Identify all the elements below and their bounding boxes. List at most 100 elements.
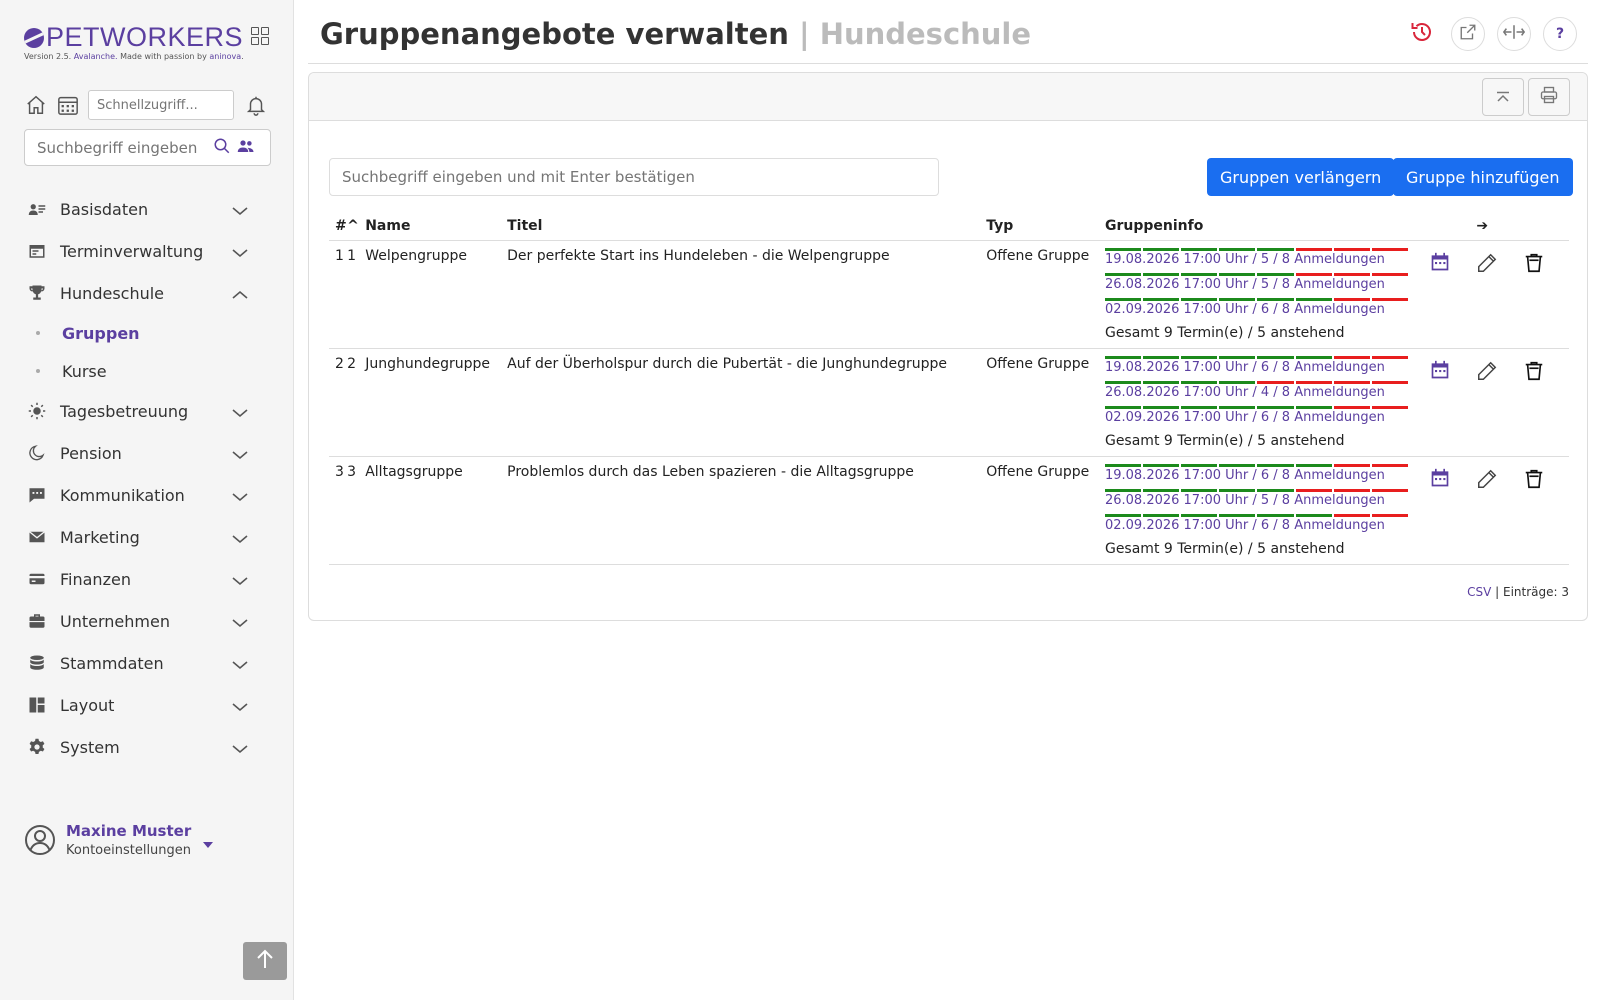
caret-down-icon[interactable]	[203, 833, 214, 852]
column-header-sort[interactable]: ^	[347, 212, 366, 241]
appointment-item[interactable]: 02.09.2026 17:00 Uhr / 6 / 8 Anmeldungen	[1104, 513, 1410, 539]
quick-access-input[interactable]	[88, 90, 234, 120]
add-group-button[interactable]: Gruppe hinzufügen	[1393, 158, 1573, 196]
booked-seat-segment	[1257, 247, 1294, 251]
appointment-label: 02.09.2026 17:00 Uhr / 6 / 8 Anmeldungen	[1104, 409, 1385, 425]
help-button[interactable]: ?	[1543, 17, 1577, 51]
calendar-icon[interactable]	[1430, 252, 1450, 276]
pencil-icon[interactable]	[1476, 252, 1498, 278]
free-seat-segment	[1333, 297, 1370, 301]
sidebar-item-label: Kommunikation	[60, 485, 185, 505]
sidebar-subitem-gruppen[interactable]: Gruppen	[0, 314, 294, 352]
pencil-icon[interactable]	[1476, 468, 1498, 494]
chevron-down-icon	[232, 530, 248, 549]
group-title: Der perfekte Start ins Hundeleben - die …	[507, 240, 987, 349]
capacity-bar	[1104, 355, 1410, 359]
calendar-icon[interactable]	[1430, 468, 1450, 492]
account-settings-link[interactable]: Kontoeinstellungen	[66, 843, 191, 858]
sidebar-item-pension[interactable]: Pension	[0, 432, 294, 474]
trash-icon[interactable]	[1523, 360, 1545, 386]
sidebar-item-hundeschule[interactable]: Hundeschule	[0, 272, 294, 314]
sidebar-subitem-kurse[interactable]: Kurse	[0, 352, 294, 390]
booked-seat-segment	[1219, 405, 1256, 409]
sidebar-item-system[interactable]: System	[0, 726, 294, 768]
print-button[interactable]	[1528, 78, 1570, 116]
column-header-name[interactable]: Name	[365, 212, 508, 241]
booked-seat-segment	[1219, 247, 1256, 251]
search-icon[interactable]	[213, 137, 231, 159]
moon-icon	[28, 444, 46, 462]
app-grid-icon[interactable]	[251, 27, 269, 45]
booked-seat-segment	[1257, 463, 1294, 467]
appointment-item[interactable]: 26.08.2026 17:00 Uhr / 4 / 8 Anmeldungen	[1104, 380, 1410, 406]
chevron-down-icon	[232, 244, 248, 263]
appointment-item[interactable]: 02.09.2026 17:00 Uhr / 6 / 8 Anmeldungen	[1104, 405, 1410, 431]
quick-access-row	[24, 90, 276, 120]
bell-icon[interactable]	[244, 93, 268, 117]
booked-seat-segment	[1257, 488, 1294, 492]
history-button[interactable]	[1405, 17, 1439, 51]
delete-cell	[1522, 348, 1569, 457]
sidebar-item-terminverwaltung[interactable]: Terminverwaltung	[0, 230, 294, 272]
column-header-type[interactable]: Typ	[986, 212, 1105, 241]
trash-icon[interactable]	[1523, 252, 1545, 278]
expand-horizontal-icon	[1502, 23, 1526, 45]
capacity-bar	[1104, 380, 1410, 384]
csv-export-link[interactable]: CSV	[1467, 585, 1491, 599]
sidebar-item-kommunikation[interactable]: Kommunikation	[0, 474, 294, 516]
appointment-item[interactable]: 19.08.2026 17:00 Uhr / 5 / 8 Anmeldungen	[1104, 247, 1410, 273]
scroll-to-top-button[interactable]	[243, 942, 287, 980]
row-index: 1	[329, 240, 348, 349]
sidebar-item-tagesbetreuung[interactable]: Tagesbetreuung	[0, 390, 294, 432]
free-seat-segment	[1333, 488, 1370, 492]
history-icon	[1410, 20, 1434, 48]
edit-cell	[1476, 456, 1523, 565]
calendar-icon[interactable]	[1430, 360, 1450, 384]
sidebar-item-finanzen[interactable]: Finanzen	[0, 558, 294, 600]
appointment-item[interactable]: 19.08.2026 17:00 Uhr / 6 / 8 Anmeldungen	[1104, 463, 1410, 489]
group-title: Problemlos durch das Leben spazieren - d…	[507, 456, 987, 565]
sidebar-item-unternehmen[interactable]: Unternehmen	[0, 600, 294, 642]
brand-logo[interactable]: PETWORKERS	[24, 22, 269, 53]
booked-seat-segment	[1143, 488, 1180, 492]
group-name: Alltagsgruppe	[365, 456, 508, 565]
extend-groups-button[interactable]: Gruppen verlängern	[1207, 158, 1395, 196]
home-icon[interactable]	[24, 93, 48, 117]
groups-card: Gruppen verlängern Gruppe hinzufügen # ^…	[308, 72, 1588, 621]
open-external-button[interactable]	[1451, 17, 1485, 51]
user-menu[interactable]: Maxine Muster Kontoeinstellungen	[24, 822, 214, 858]
chevron-down-icon	[232, 614, 248, 633]
booked-seat-segment	[1143, 247, 1180, 251]
appointment-label: 19.08.2026 17:00 Uhr / 5 / 8 Anmeldungen	[1104, 251, 1385, 267]
mail-icon	[28, 528, 46, 546]
sidebar-search-input[interactable]	[37, 138, 207, 157]
collapse-card-button[interactable]	[1482, 78, 1524, 116]
column-header-arrow-icon[interactable]: ➔	[1476, 212, 1523, 241]
version-info: Version 2.5. Avalanche. Made with passio…	[24, 52, 244, 61]
sidebar-item-layout[interactable]: Layout	[0, 684, 294, 726]
booked-seat-segment	[1143, 380, 1180, 384]
page-title: Gruppenangebote verwalten | Hundeschule	[320, 17, 1031, 51]
arrow-up-icon	[256, 949, 274, 973]
free-seat-segment	[1333, 380, 1370, 384]
sun-icon	[28, 402, 46, 420]
calendar-grid-icon[interactable]	[56, 93, 80, 117]
users-icon[interactable]	[237, 137, 255, 159]
appointment-item[interactable]: 19.08.2026 17:00 Uhr / 6 / 8 Anmeldungen	[1104, 355, 1410, 381]
toggle-width-button[interactable]	[1497, 17, 1531, 51]
column-header-info: Gruppeninfo	[1104, 212, 1431, 241]
sidebar-item-marketing[interactable]: Marketing	[0, 516, 294, 558]
column-header-arrow	[1430, 212, 1477, 241]
sidebar-item-basisdaten[interactable]: Basisdaten	[0, 188, 294, 230]
appointment-item[interactable]: 02.09.2026 17:00 Uhr / 6 / 8 Anmeldungen	[1104, 297, 1410, 323]
sidebar-item-stammdaten[interactable]: Stammdaten	[0, 642, 294, 684]
appointment-item[interactable]: 26.08.2026 17:00 Uhr / 5 / 8 Anmeldungen	[1104, 488, 1410, 514]
appointment-item[interactable]: 26.08.2026 17:00 Uhr / 5 / 8 Anmeldungen	[1104, 272, 1410, 298]
trash-icon[interactable]	[1523, 468, 1545, 494]
pencil-icon[interactable]	[1476, 360, 1498, 386]
version-suffix: .	[241, 52, 244, 61]
credit-card-icon	[28, 570, 46, 588]
column-header-title[interactable]: Titel	[507, 212, 987, 241]
avatar-icon	[24, 824, 56, 856]
group-search-input[interactable]	[329, 158, 939, 196]
